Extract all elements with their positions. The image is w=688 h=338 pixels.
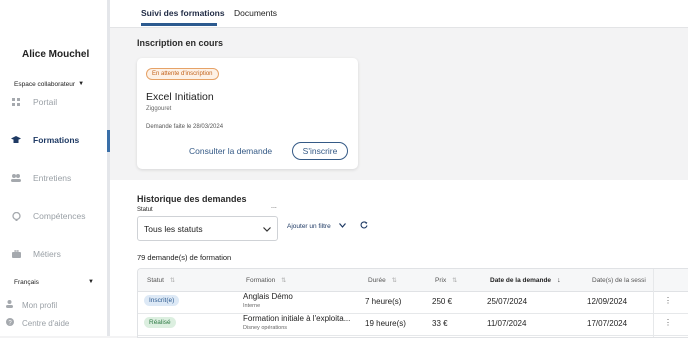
caret-down-icon: ▼ — [88, 279, 94, 285]
space-selector-label: Espace collaborateur — [14, 80, 76, 88]
grid-icon — [11, 97, 21, 107]
sidebar-item-label: Entretiens — [33, 173, 72, 183]
training-name: Formation initiale à l'exploita... — [243, 314, 351, 323]
course-title: Excel Initiation — [146, 91, 214, 103]
user-name: Alice Mouchel — [22, 49, 90, 60]
request-date: Demande faite le 28/03/2024 — [146, 124, 224, 130]
course-organization: Ziggouret — [146, 106, 172, 112]
enrollment-card: En attente d'inscription Excel Initiatio… — [137, 58, 358, 169]
space-selector[interactable]: Espace collaborateur ▼ — [9, 76, 103, 92]
sidebar-item-competences[interactable]: Compétences — [11, 211, 85, 221]
help-center-label: Centre d'aide — [22, 318, 70, 328]
duration: 19 heure(s) — [365, 319, 406, 328]
sidebar-item-portail[interactable]: Portail — [11, 97, 57, 107]
request-date: 25/07/2024 — [487, 297, 528, 306]
chevron-down-icon — [338, 223, 346, 230]
enroll-button[interactable]: S'inscrire — [292, 142, 348, 160]
row-actions-icon[interactable]: ⋮ — [664, 296, 672, 305]
sidebar-item-formations[interactable]: Formations — [11, 135, 79, 145]
sidebar-item-label: Compétences — [33, 211, 86, 221]
briefcase-icon — [11, 249, 21, 259]
sort-icon[interactable]: ⇅ — [392, 277, 397, 284]
sidebar-item-label: Métiers — [33, 249, 61, 259]
table-row[interactable]: Inscrit(e) Anglais Démo Interne 7 heure(… — [138, 291, 688, 314]
sidebar-item-entretiens[interactable]: Entretiens — [11, 173, 71, 183]
training-name: Anglais Démo — [243, 292, 293, 301]
my-profile-link[interactable]: Mon profil — [6, 300, 57, 310]
requests-table: Statut ⇅ Formation ⇅ Durée ⇅ Prix ⇅ Date de … — [137, 268, 688, 338]
status-filter-label: Statut — [137, 207, 153, 213]
user-icon — [6, 300, 16, 310]
tab-suivi-des-formations[interactable]: Suivi des formations — [141, 8, 225, 18]
graduation-cap-icon — [11, 135, 21, 145]
request-count: 79 demande(s) de formation — [137, 253, 232, 262]
column-header-duree[interactable]: Durée ⇅ — [368, 269, 397, 291]
caret-down-icon: ▼ — [78, 81, 85, 87]
status-filter-value: Tous les statuts — [144, 223, 203, 234]
language-selector-label: Français — [14, 278, 39, 286]
sidebar-item-label: Portail — [33, 97, 58, 107]
view-request-button[interactable]: Consulter la demande — [189, 146, 272, 156]
help-icon: ? — [6, 318, 16, 328]
language-selector[interactable]: Français ▼ — [9, 275, 99, 289]
row-actions-icon[interactable]: ⋮ — [664, 318, 672, 327]
column-header-statut[interactable]: Statut ⇅ — [147, 269, 176, 291]
status-badge: En attente d'inscription — [146, 68, 219, 80]
active-tab-indicator — [141, 23, 217, 26]
history-title: Historique des demandes — [137, 194, 247, 204]
chevron-down-icon — [263, 224, 271, 234]
help-center-link[interactable]: ? Centre d'aide — [6, 318, 69, 328]
session-date: 12/09/2024 — [587, 297, 628, 306]
table-row[interactable]: Réalisé Formation initiale à l'exploita.… — [138, 313, 688, 336]
badge-icon — [11, 211, 21, 221]
session-date: 17/07/2024 — [587, 319, 628, 328]
status-filter-select[interactable]: Tous les statuts — [137, 216, 278, 241]
add-filter-label: Ajouter un filtre — [287, 223, 331, 230]
column-header-date-session[interactable]: Date(s) de la sessi — [592, 269, 646, 291]
price: 33 € — [432, 319, 448, 328]
sidebar-scrollbar-thumb[interactable] — [107, 130, 110, 152]
training-provider: Disney opérations — [243, 325, 288, 331]
add-filter-button[interactable]: Ajouter un filtre — [287, 223, 346, 230]
sort-arrow-down-icon[interactable]: ↓ — [557, 277, 561, 284]
sort-icon[interactable]: ⇅ — [452, 277, 457, 284]
sort-icon[interactable]: ⇅ — [170, 277, 175, 284]
sort-icon[interactable]: ⇅ — [281, 277, 286, 284]
price: 250 € — [432, 297, 453, 306]
people-icon — [11, 173, 21, 183]
tab-documents[interactable]: Documents — [234, 8, 277, 18]
current-enrollment-title: Inscription en cours — [137, 38, 224, 48]
sidebar-item-metiers[interactable]: Métiers — [11, 249, 61, 259]
duration: 7 heure(s) — [365, 297, 402, 306]
filter-options-icon[interactable]: ... — [271, 203, 277, 210]
sidebar-item-label: Formations — [33, 135, 80, 145]
status-badge: Inscrit(e) — [144, 295, 180, 306]
column-header-formation[interactable]: Formation ⇅ — [246, 269, 287, 291]
request-date: 11/07/2024 — [487, 319, 527, 328]
training-provider: Interne — [243, 303, 261, 309]
column-header-prix[interactable]: Prix ⇅ — [435, 269, 458, 291]
my-profile-label: Mon profil — [22, 300, 58, 310]
column-header-date-demande[interactable]: Date de la demande ↓ — [490, 269, 561, 291]
status-badge: Réalisé — [144, 317, 176, 328]
refresh-icon[interactable] — [360, 221, 368, 231]
